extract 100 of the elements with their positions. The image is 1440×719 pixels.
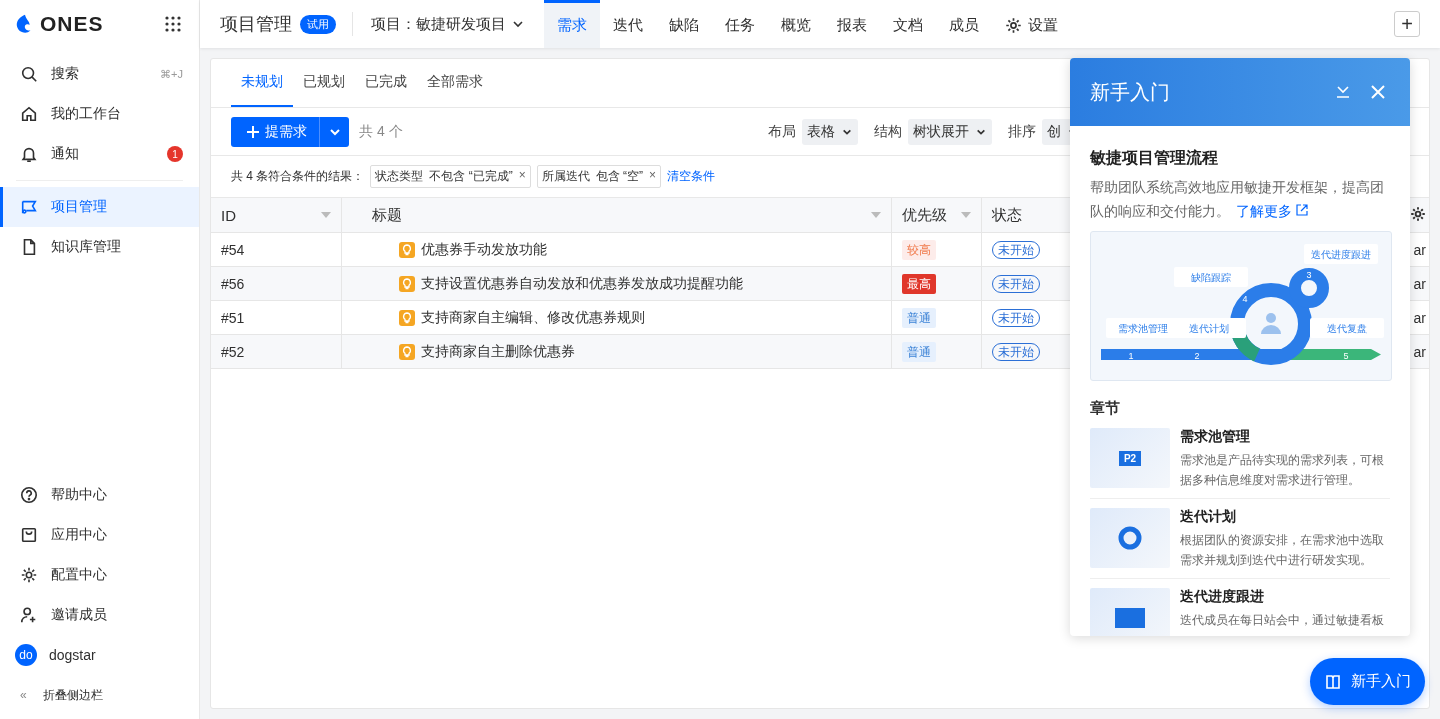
requirement-title[interactable]: 优惠券手动发放功能 [420,240,547,259]
filter-chip[interactable]: 所属迭代 包含 “空” × [536,165,662,188]
priority-tag: 普通 [901,341,936,362]
trial-tag: 试用 [300,14,336,34]
dropdown-select[interactable]: 树状展开 [908,118,992,145]
diagram-label: 迭代进度跟进 [1304,244,1378,264]
table-cell: #56 [211,266,341,301]
clear-filters-link[interactable]: 清空条件 [667,168,716,185]
sidebar-item[interactable]: 配置中心 [0,555,199,595]
requirement-title[interactable]: 支持商家自主编辑、修改优惠券规则 [420,308,645,327]
nav-tab[interactable]: 报表 [824,0,880,48]
chapter-title: 迭代进度跟进 [1180,588,1265,606]
nav-tab[interactable]: 成员 [936,0,992,48]
minimize-icon[interactable] [1335,84,1351,100]
chapter-item[interactable]: 迭代进度跟进 迭代成员在每日站会中，通过敏捷看板 [1090,588,1390,636]
section-heading: 敏捷项目管理流程 [1090,148,1219,168]
nav-tab[interactable]: 迭代 [600,0,656,48]
view-tab[interactable]: 已规划 [293,59,355,107]
project-selector[interactable]: 项目：敏捷研发项目 [371,14,524,34]
nav-tab[interactable]: 需求 [544,0,600,48]
priority-tag: 普通 [901,307,936,328]
search-icon [20,65,38,83]
step-number: 4 [1242,294,1248,304]
chapter-description: 迭代成员在每日站会中，通过敏捷看板 [1180,612,1384,629]
nav-tab[interactable]: 设置 [992,0,1071,48]
column-header[interactable]: 优先级 [891,198,981,233]
add-user-icon [20,606,38,624]
sidebar-item[interactable]: 应用中心 [0,515,199,555]
filter-chip[interactable]: 状态类型 不包含 “已完成” × [370,165,531,188]
item-count: 共 4 个 [359,122,403,141]
view-tab[interactable]: 全部需求 [417,59,493,107]
dropdown-select[interactable]: 表格 [802,118,858,145]
requirement-title[interactable]: 支持设置优惠券自动发放和优惠券发放成功提醒功能 [420,274,743,293]
sidebar-item[interactable]: 帮助中心 [0,475,199,515]
diagram-label: 缺陷跟踪 [1174,267,1248,287]
sort-icon [320,212,331,218]
create-requirement-button[interactable]: 提需求 [231,116,319,147]
chapter-description: 需求池是产品待实现的需求列表，可根据多种信息维度对需求进行管理。 [1180,452,1385,489]
external-link-icon [1296,204,1308,216]
chapter-title: 需求池管理 [1180,428,1251,446]
guide-button[interactable]: 新手入门 [1310,658,1425,705]
column-header[interactable]: 状态 [981,198,1071,233]
chapter-item[interactable]: P2 需求池管理 需求池是产品待实现的需求列表，可根据多种信息维度对需求进行管理。 [1090,428,1390,499]
step-number: 3 [1306,270,1312,280]
cycle-icon [1117,525,1143,551]
lightbulb-icon [398,275,415,292]
nav-tab[interactable]: 任务 [712,0,768,48]
control-label: 排序 [1008,122,1036,141]
learn-more-link[interactable]: 了解更多 [1236,203,1308,219]
close-icon[interactable] [1371,85,1385,99]
sidebar-item[interactable]: 我的工作台 [0,94,199,134]
bell-icon [20,145,38,163]
store-icon [20,526,38,544]
step-number: 2 [1194,351,1200,361]
table-cell: #52 [211,334,341,369]
sidebar-item[interactable]: 邀请成员 [0,595,199,635]
nav-tab[interactable]: 文档 [880,0,936,48]
filter-summary: 共 4 条符合条件的结果： [231,168,365,185]
book-icon [1324,673,1341,690]
logo-text: ONES [40,12,104,36]
settings-icon [1005,17,1022,34]
user-avatar: do [15,644,37,666]
sort-icon [960,212,971,218]
settings-icon [20,566,38,584]
nav-tab[interactable]: 缺陷 [656,0,712,48]
view-tab[interactable]: 已完成 [355,59,417,107]
add-button[interactable]: + [1394,11,1420,37]
notification-badge: 1 [167,146,183,162]
view-tab[interactable]: 未规划 [231,59,293,107]
nav-tab[interactable]: 概览 [768,0,824,48]
settings-icon[interactable] [1409,205,1426,222]
priority-tag: 最高 [901,273,936,294]
requirement-title[interactable]: 支持商家自主删除优惠券 [420,342,575,361]
priority-tag: 较高 [901,239,936,260]
apps-grid-icon[interactable] [165,16,181,32]
home-icon [20,105,38,123]
column-header[interactable]: ID [211,198,341,233]
plus-icon [247,125,259,138]
step-number: 5 [1343,351,1349,361]
user-profile[interactable]: do dogstar [0,635,199,675]
sidebar-item[interactable]: 搜索 ⌘+J [0,54,199,94]
shortcut-hint: ⌘+J [160,67,183,81]
sort-icon [870,212,881,218]
chapter-item[interactable]: 迭代计划 根据团队的资源安排，在需求池中选取需求并规划到迭代中进行研发实现。 [1090,508,1390,579]
section-description: 帮助团队系统高效地应用敏捷开发框架，提高团队的响应和交付能力。 了解更多 [1090,178,1385,221]
chapter-description: 根据团队的资源安排，在需求池中选取需求并规划到迭代中进行研发实现。 [1180,532,1385,569]
lightbulb-icon [398,241,415,258]
table-cell: #54 [211,232,341,267]
project-icon [20,198,38,216]
dropdown-button[interactable] [319,116,349,147]
lightbulb-icon [398,309,415,326]
collapse-sidebar-button[interactable]: « 折叠侧边栏 [0,675,199,715]
sidebar-item[interactable]: 知识库管理 [0,227,199,267]
diagram-label: 迭代复盘 [1310,318,1384,338]
sidebar-item[interactable]: 项目管理 [0,187,199,227]
sidebar-item[interactable]: 通知 1 [0,134,199,174]
column-header[interactable]: 标题 [341,198,891,233]
chapter-title: 迭代计划 [1180,508,1237,526]
step-number: 1 [1128,351,1134,361]
panel-title: 新手入门 [1090,79,1170,105]
